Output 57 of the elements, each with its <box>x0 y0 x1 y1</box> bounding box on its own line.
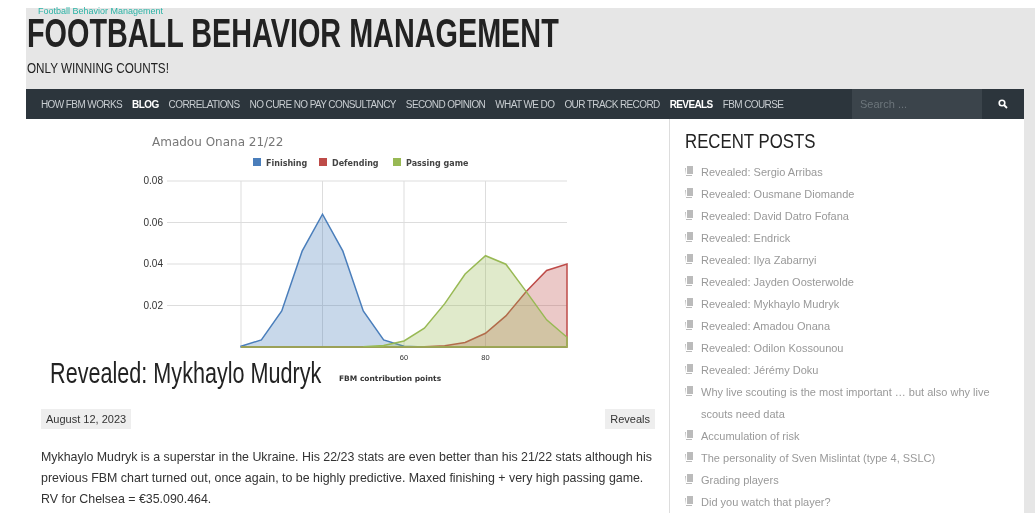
site-tagline: ONLY WINNING COUNTS! <box>27 59 169 76</box>
legend-label: Passing game <box>406 159 469 168</box>
legend-label: Defending <box>332 159 379 168</box>
document-icon <box>685 298 694 308</box>
recent-post-link[interactable]: Revealed: Jayden Oosterwolde <box>701 271 854 293</box>
nav-item[interactable]: WHAT WE DO <box>490 98 560 110</box>
recent-post-link[interactable]: Revealed: Endrick <box>701 227 791 249</box>
recent-post-link[interactable]: Did you watch that player? <box>701 491 831 513</box>
post-excerpt: Mykhaylo Mudryk is a superstar in the Ukraine. His 22/23 stats are even better than his 21/22 stats although his previous FBM chart turned out, once again, to be highly predictive. Maxed finishing + very high passing game. RV for Chelsea = €35.090.464. <box>41 449 653 508</box>
recent-post-link[interactable]: Revealed: Mykhaylo Mudryk <box>701 293 840 315</box>
document-icon <box>685 166 694 176</box>
recent-post-link[interactable]: Revealed: Odilon Kossounou <box>701 337 844 359</box>
category-tag[interactable]: Reveals <box>605 409 655 429</box>
document-icon <box>685 430 694 440</box>
recent-post-link[interactable]: Revealed: Jérémy Doku <box>701 359 819 381</box>
nav-item[interactable]: HOW FBM WORKS <box>36 98 128 110</box>
document-icon <box>685 320 694 330</box>
recent-post-link[interactable]: Grading players <box>701 469 779 491</box>
document-icon <box>685 452 694 462</box>
recent-post-link[interactable]: Revealed: Amadou Onana <box>701 315 831 337</box>
recent-post-link[interactable]: The personality of Sven Mislintat (type 4, SSLC) <box>701 447 936 469</box>
nav-item[interactable]: REVEALS <box>664 98 718 110</box>
legend-item: Finishing <box>253 158 308 168</box>
nav-item[interactable]: FBM COURSE <box>717 98 789 110</box>
post-date: August 12, 2023 <box>41 409 132 429</box>
document-icon <box>685 342 694 352</box>
legend-item: Passing game <box>393 158 469 168</box>
legend-item: Defending <box>319 158 379 168</box>
sidebar-heading: RECENT POSTS <box>685 129 816 153</box>
document-icon <box>685 232 694 242</box>
recent-post-link[interactable]: Why live scouting is the most important … but also why live scouts need data <box>701 381 1024 425</box>
site-link[interactable]: Football Behavior Management <box>38 7 164 15</box>
search-icon <box>998 99 1008 109</box>
nav-item[interactable]: SECOND OPINION <box>400 98 491 110</box>
recent-post-link[interactable]: Accumulation of risk <box>701 425 800 447</box>
nav-item[interactable]: OUR TRACK RECORD <box>559 98 665 110</box>
y-tick-label: 0.02 <box>143 299 163 311</box>
recent-post-link[interactable]: Revealed: Sergio Arribas <box>701 161 823 183</box>
document-icon <box>685 210 694 220</box>
nav-item[interactable]: BLOG <box>127 98 164 110</box>
recent-post-link[interactable]: Revealed: Ousmane Diomande <box>701 183 855 205</box>
document-icon <box>685 386 694 396</box>
y-tick-label: 0.04 <box>143 258 163 269</box>
document-icon <box>685 364 694 374</box>
document-icon <box>685 474 694 484</box>
y-tick-label: 0.08 <box>143 175 163 186</box>
recent-post-link[interactable]: Revealed: David Datro Fofana <box>701 205 849 227</box>
document-icon <box>685 496 694 506</box>
chart-title: Amadou Onana 21/22 <box>152 135 284 149</box>
recent-post-link[interactable]: Revealed: Ilya Zabarnyi <box>701 249 817 271</box>
nav-item[interactable]: NO CURE NO PAY CONSULTANCY <box>244 98 401 110</box>
y-tick-label: 0.06 <box>143 216 163 228</box>
legend-label: Finishing <box>266 159 308 168</box>
nav-item[interactable]: CORRELATIONS <box>163 98 245 110</box>
document-icon <box>685 276 694 286</box>
document-icon <box>685 188 694 198</box>
document-icon <box>685 254 694 264</box>
